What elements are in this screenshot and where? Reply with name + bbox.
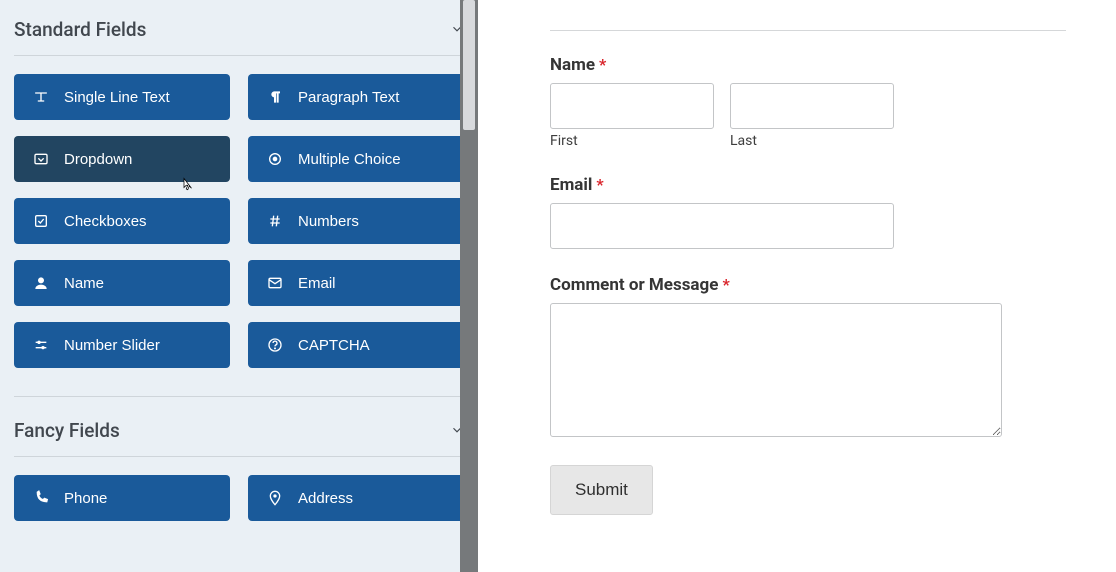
field-name[interactable]: Name	[14, 260, 230, 306]
field-checkboxes[interactable]: Checkboxes	[14, 198, 230, 244]
divider	[550, 30, 1066, 31]
form-preview: Name* First Last Email* Comment or Messa…	[500, 0, 1116, 572]
last-name-input[interactable]	[730, 83, 894, 129]
field-multiple-choice[interactable]: Multiple Choice	[248, 136, 464, 182]
field-label: Checkboxes	[64, 213, 147, 230]
email-input[interactable]	[550, 203, 894, 249]
field-label: Numbers	[298, 213, 359, 230]
field-paragraph-text[interactable]: Paragraph Text	[248, 74, 464, 120]
envelope-icon	[266, 274, 284, 292]
text-icon	[32, 88, 50, 106]
submit-button[interactable]: Submit	[550, 465, 653, 515]
field-label: CAPTCHA	[298, 337, 370, 354]
required-mark: *	[599, 55, 606, 74]
name-label: Name	[550, 55, 595, 75]
comment-label: Comment or Message	[550, 275, 718, 295]
scrollbar[interactable]	[460, 0, 478, 572]
field-label: Name	[64, 275, 104, 292]
field-email[interactable]: Email	[248, 260, 464, 306]
section-title: Fancy Fields	[14, 419, 120, 442]
field-label: Paragraph Text	[298, 89, 399, 106]
hash-icon	[266, 212, 284, 230]
first-sublabel: First	[550, 133, 714, 149]
fancy-fields-header[interactable]: Fancy Fields	[14, 415, 464, 456]
checkbox-icon	[32, 212, 50, 230]
field-dropdown[interactable]: Dropdown	[14, 136, 230, 182]
standard-fields-header[interactable]: Standard Fields	[14, 0, 464, 55]
fields-sidebar: Standard Fields Single Line Text Paragra…	[0, 0, 478, 572]
dropdown-icon	[32, 150, 50, 168]
sliders-icon	[32, 336, 50, 354]
field-single-line-text[interactable]: Single Line Text	[14, 74, 230, 120]
comment-textarea[interactable]	[550, 303, 1002, 437]
field-captcha[interactable]: CAPTCHA	[248, 322, 464, 368]
pin-icon	[266, 489, 284, 507]
field-number-slider[interactable]: Number Slider	[14, 322, 230, 368]
question-icon	[266, 336, 284, 354]
email-field: Email*	[550, 175, 1066, 249]
field-label: Address	[298, 490, 353, 507]
divider	[14, 396, 464, 397]
field-label: Single Line Text	[64, 89, 170, 106]
fancy-fields-grid: Phone Address	[14, 475, 464, 521]
field-label: Email	[298, 275, 336, 292]
email-label: Email	[550, 175, 592, 195]
name-field: Name* First Last	[550, 55, 1066, 149]
standard-fields-grid: Single Line Text Paragraph Text Dropdown…	[14, 74, 464, 368]
radio-icon	[266, 150, 284, 168]
field-label: Dropdown	[64, 151, 132, 168]
panel-gap	[478, 0, 500, 572]
section-title: Standard Fields	[14, 18, 146, 41]
field-label: Multiple Choice	[298, 151, 401, 168]
phone-icon	[32, 489, 50, 507]
first-name-input[interactable]	[550, 83, 714, 129]
person-icon	[32, 274, 50, 292]
last-sublabel: Last	[730, 133, 894, 149]
divider	[14, 456, 464, 457]
field-phone[interactable]: Phone	[14, 475, 230, 521]
paragraph-icon	[266, 88, 284, 106]
required-mark: *	[722, 275, 729, 294]
field-numbers[interactable]: Numbers	[248, 198, 464, 244]
required-mark: *	[596, 175, 603, 194]
field-label: Phone	[64, 490, 107, 507]
divider	[14, 55, 464, 56]
comment-field: Comment or Message*	[550, 275, 1066, 437]
field-label: Number Slider	[64, 337, 160, 354]
field-address[interactable]: Address	[248, 475, 464, 521]
